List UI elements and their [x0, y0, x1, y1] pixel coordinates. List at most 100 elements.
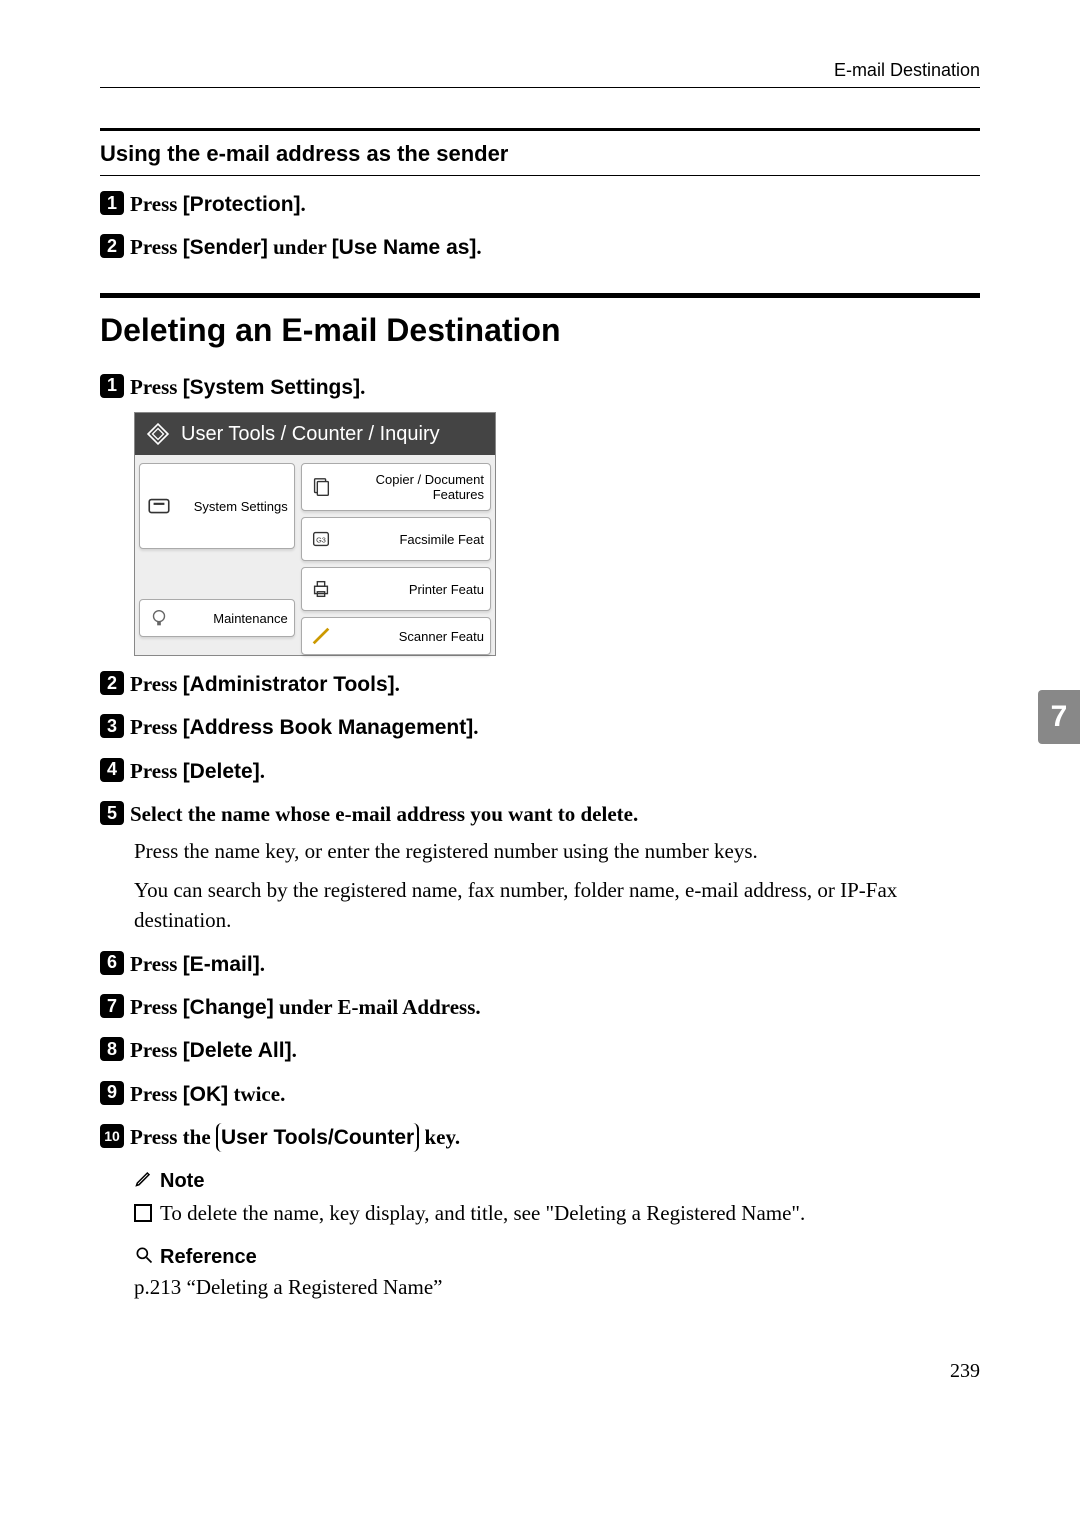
- step-number-icon: 2: [100, 234, 124, 258]
- svg-text:G3: G3: [316, 536, 326, 545]
- step-number-icon: 1: [100, 374, 124, 398]
- step-b5: 5 Select the name whose e-mail address y…: [100, 800, 980, 828]
- step-text: under: [268, 235, 332, 259]
- system-settings-screenshot: User Tools / Counter / Inquiry System Se…: [134, 412, 496, 656]
- pencil-icon: [134, 1168, 154, 1194]
- step-text: under E-mail Address.: [274, 995, 481, 1019]
- step-text: .: [260, 952, 265, 976]
- step-text: Select the name whose e-mail address you…: [130, 802, 638, 826]
- step-text: .: [360, 375, 365, 399]
- step-2: 2 Press [Sender] under [Use Name as].: [100, 233, 980, 262]
- scanner-features-button[interactable]: Scanner Featu: [301, 617, 491, 655]
- step-b8: 8 Press [Delete All].: [100, 1036, 980, 1065]
- reference-body: p.213 “Deleting a Registered Name”: [134, 1275, 980, 1300]
- button-ref: [Delete All]: [183, 1039, 292, 1062]
- copier-features-button[interactable]: Copier / Document Features: [301, 463, 491, 511]
- diamond-icon: [145, 421, 171, 447]
- step-number-icon: 1: [100, 191, 124, 215]
- step-b6: 6 Press [E-mail].: [100, 950, 980, 979]
- chapter-tab: 7: [1038, 690, 1080, 744]
- step-number-icon: 2: [100, 671, 124, 695]
- step-text: .: [395, 672, 400, 696]
- step-text: .: [301, 192, 306, 216]
- note-heading: Note: [134, 1168, 980, 1194]
- step-number-icon: 6: [100, 951, 124, 975]
- button-ref: [Sender]: [183, 236, 268, 259]
- step-text: .: [476, 235, 481, 259]
- step-b2: 2 Press [Administrator Tools].: [100, 670, 980, 699]
- step-number-icon: 7: [100, 994, 124, 1018]
- step-number-icon: 4: [100, 758, 124, 782]
- screenshot-title: User Tools / Counter / Inquiry: [181, 423, 440, 446]
- step-number-icon: 8: [100, 1037, 124, 1061]
- button-ref: [System Settings]: [183, 376, 360, 399]
- button-ref: [Address Book Management]: [183, 716, 474, 739]
- printer-features-button[interactable]: Printer Featu: [301, 567, 491, 611]
- step-text: .: [473, 715, 478, 739]
- magnifier-icon: [134, 1245, 154, 1271]
- button-label: Printer Featu: [342, 582, 484, 597]
- step-b9: 9 Press [OK] twice.: [100, 1080, 980, 1109]
- step-b5-sub2: You can search by the registered name, f…: [134, 875, 980, 936]
- reference-heading: Reference: [134, 1245, 980, 1271]
- step-text: .: [292, 1038, 297, 1062]
- step-b3: 3 Press [Address Book Management].: [100, 713, 980, 742]
- note-body: To delete the name, key display, and tit…: [134, 1198, 980, 1228]
- machine-icon: [146, 493, 172, 519]
- button-label: System Settings: [180, 499, 288, 514]
- step-text: Press the: [130, 1125, 216, 1149]
- maintenance-button[interactable]: Maintenance: [139, 599, 295, 637]
- bulb-icon: [146, 605, 172, 631]
- step-b10: 10 Press the User Tools/Counter key.: [100, 1123, 980, 1152]
- note-label: Note: [160, 1170, 204, 1193]
- screenshot-title-bar: User Tools / Counter / Inquiry: [135, 413, 495, 455]
- step-1: 1 Press [Protection].: [100, 190, 980, 219]
- step-text: Press: [130, 235, 183, 259]
- button-ref: [Use Name as]: [332, 236, 477, 259]
- button-ref: [Protection]: [183, 193, 301, 216]
- step-number-icon: 10: [100, 1124, 124, 1148]
- printer-icon: [308, 576, 334, 602]
- step-text: twice.: [228, 1082, 285, 1106]
- copy-icon: [308, 474, 334, 500]
- scanner-icon: [308, 623, 334, 649]
- system-settings-button[interactable]: System Settings: [139, 463, 295, 549]
- button-label: Scanner Featu: [342, 629, 484, 644]
- step-b1: 1 Press [System Settings].: [100, 373, 980, 402]
- step-text: Press: [130, 995, 183, 1019]
- running-header: E-mail Destination: [100, 60, 980, 88]
- section-heading-delete: Deleting an E-mail Destination: [100, 293, 980, 359]
- page-number: 239: [100, 1360, 980, 1383]
- fax-icon: G3: [308, 526, 334, 552]
- step-text: Press: [130, 375, 183, 399]
- button-ref: [Change]: [183, 996, 274, 1019]
- step-text: Press: [130, 1082, 183, 1106]
- note-text: To delete the name, key display, and tit…: [160, 1198, 805, 1228]
- step-text: key.: [419, 1125, 460, 1149]
- button-label: Maintenance: [180, 611, 288, 626]
- button-ref: [Delete]: [183, 760, 260, 783]
- button-ref: [OK]: [183, 1083, 229, 1106]
- key-label: User Tools/Counter: [216, 1123, 419, 1152]
- facsimile-features-button[interactable]: G3 Facsimile Feat: [301, 517, 491, 561]
- button-ref: [E-mail]: [183, 953, 260, 976]
- step-number-icon: 5: [100, 801, 124, 825]
- step-number-icon: 3: [100, 714, 124, 738]
- step-b5-sub1: Press the name key, or enter the registe…: [134, 836, 980, 866]
- button-label: Copier / Document Features: [342, 472, 484, 502]
- step-b4: 4 Press [Delete].: [100, 757, 980, 786]
- section-heading-sender: Using the e-mail address as the sender: [100, 131, 980, 176]
- bullet-icon: [134, 1204, 152, 1222]
- step-text: Press: [130, 715, 183, 739]
- step-number-icon: 9: [100, 1081, 124, 1105]
- step-text: Press: [130, 759, 183, 783]
- step-text: .: [260, 759, 265, 783]
- button-ref: [Administrator Tools]: [183, 673, 395, 696]
- step-text: Press: [130, 672, 183, 696]
- step-text: Press: [130, 192, 183, 216]
- step-b7: 7 Press [Change] under E-mail Address.: [100, 993, 980, 1022]
- step-text: Press: [130, 952, 183, 976]
- step-text: Press: [130, 1038, 183, 1062]
- reference-label: Reference: [160, 1246, 257, 1269]
- button-label: Facsimile Feat: [342, 532, 484, 547]
